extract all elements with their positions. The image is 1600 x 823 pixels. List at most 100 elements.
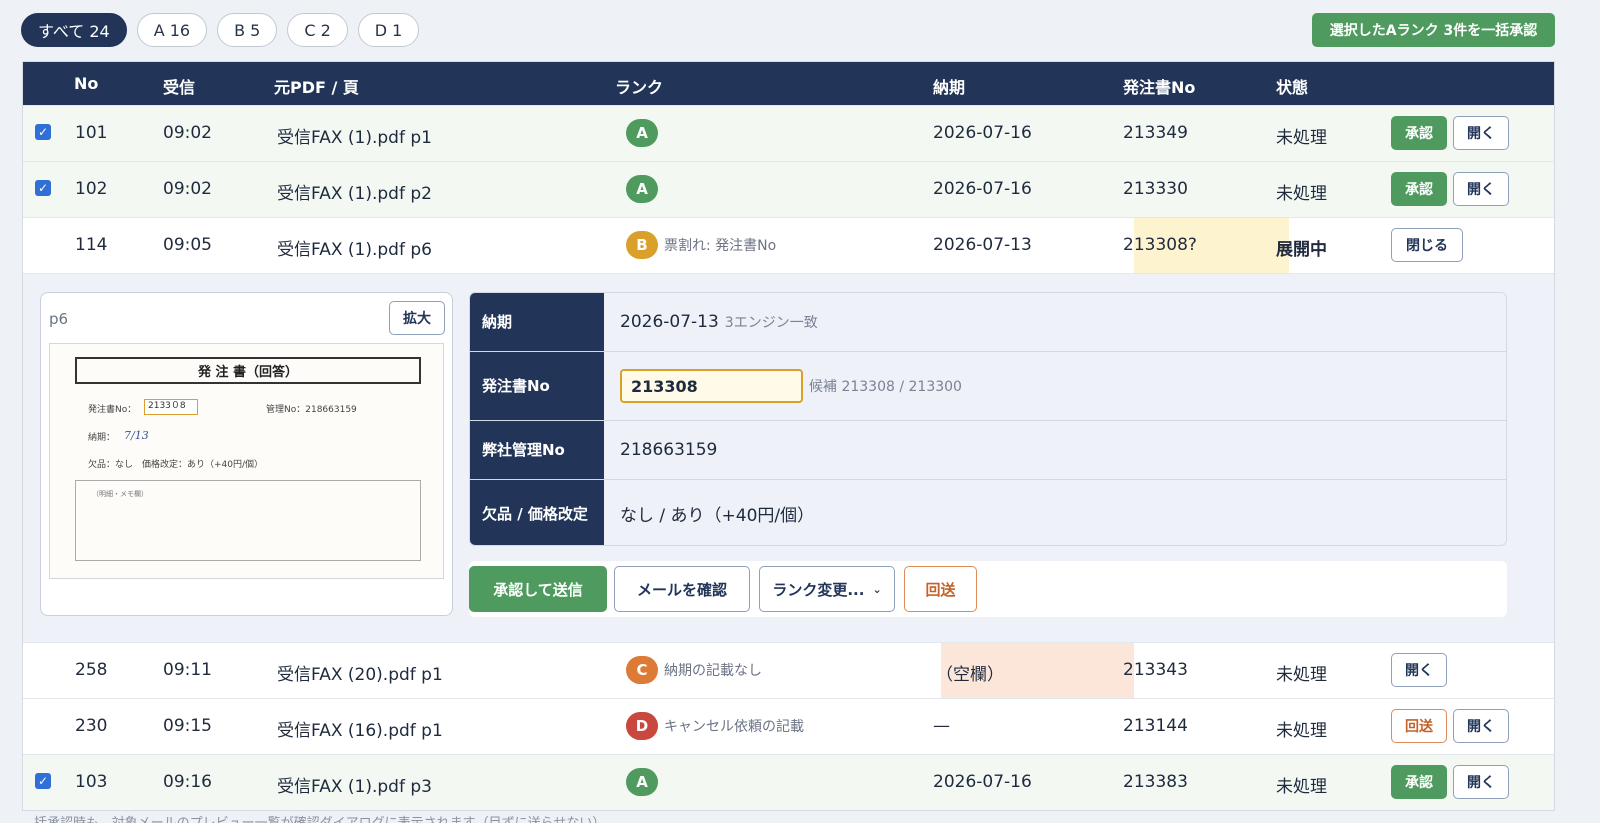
- filter-rank-d[interactable]: D 1: [357, 13, 420, 47]
- doc-memo-label: （明細・メモ欄）: [92, 490, 148, 498]
- row-po: 213330: [1123, 179, 1188, 199]
- row-pdf: 受信FAX (20).pdf p1: [277, 665, 443, 685]
- doc-title: 発 注 書（回答）: [75, 357, 421, 384]
- zoom-button[interactable]: 拡大: [389, 301, 445, 335]
- row-no: 258: [75, 660, 108, 680]
- rank-note: 納期の記載なし: [664, 663, 762, 679]
- open-button[interactable]: 開く: [1453, 172, 1509, 206]
- row-status: 展開中: [1276, 240, 1327, 260]
- approve-send-button[interactable]: 承認して送信: [469, 566, 607, 612]
- row-no: 102: [75, 179, 108, 199]
- header-no: No: [74, 74, 99, 93]
- field-label: 欠品 / 価格改定: [470, 480, 604, 545]
- open-button[interactable]: 開く: [1453, 765, 1509, 799]
- doc-shortage: 欠品：なし 価格改定：あり（+40円/個）: [88, 460, 264, 470]
- row-pdf: 受信FAX (16).pdf p1: [277, 721, 443, 741]
- doc-po-box: 2133０8: [144, 399, 198, 415]
- header-pdf: 元PDF / 頁: [274, 78, 359, 97]
- row-status: 未処理: [1276, 665, 1327, 685]
- open-button[interactable]: 開く: [1453, 709, 1509, 743]
- due-value: 2026-07-13: [620, 312, 719, 332]
- row-po: 213349: [1123, 123, 1188, 143]
- row-pdf: 受信FAX (1).pdf p2: [277, 184, 432, 204]
- row-due: 2026-07-16: [933, 772, 1032, 792]
- row-rank: A: [626, 175, 658, 203]
- doc-memo-box: （明細・メモ欄）: [75, 480, 421, 561]
- approve-button[interactable]: 承認: [1391, 172, 1447, 206]
- field-label: 弊社管理No: [470, 421, 604, 479]
- table-row[interactable]: 230 09:15 受信FAX (16).pdf p1 D キャンセル依頼の記載…: [23, 698, 1554, 754]
- filter-rank-a[interactable]: A 16: [136, 13, 208, 47]
- page-label: p6: [49, 310, 69, 328]
- po-input[interactable]: 213308: [620, 369, 803, 403]
- bulk-approve-button[interactable]: 選択したAランク 3件を一括承認: [1312, 13, 1555, 47]
- row-time: 09:02: [163, 179, 212, 199]
- rank-filter-bar: すべて 24 A 16 B 5 C 2 D 1: [21, 13, 420, 47]
- row-rank: A: [626, 119, 658, 147]
- row-time: 09:16: [163, 772, 212, 792]
- table-row[interactable]: ✓ 101 09:02 受信FAX (1).pdf p1 A 2026-07-1…: [23, 105, 1554, 161]
- row-rank: C 納期の記載なし: [626, 656, 762, 684]
- row-time: 09:15: [163, 716, 212, 736]
- row-time: 09:11: [163, 660, 212, 680]
- row-checkbox[interactable]: ✓: [35, 180, 51, 196]
- header-rank: ランク: [615, 78, 664, 97]
- row-status: 未処理: [1276, 721, 1327, 741]
- approve-button[interactable]: 承認: [1391, 765, 1447, 799]
- rank-badge: B: [626, 231, 658, 259]
- filter-all[interactable]: すべて 24: [21, 13, 127, 47]
- row-rank: D キャンセル依頼の記載: [626, 712, 804, 740]
- table-header: No 受信 元PDF / 頁 ランク 納期 発注書No 状態: [23, 62, 1554, 105]
- doc-mgmt: 管理No：218663159: [266, 405, 357, 415]
- field-po: 発注書No 213308 候補 213308 / 213300: [470, 352, 1506, 421]
- rank-note: キャンセル依頼の記載: [664, 719, 804, 735]
- row-checkbox[interactable]: ✓: [35, 773, 51, 789]
- filter-rank-c[interactable]: C 2: [287, 13, 348, 47]
- row-status: 未処理: [1276, 128, 1327, 148]
- row-time: 09:05: [163, 235, 212, 255]
- row-due: 2026-07-16: [933, 179, 1032, 199]
- po-candidates: 候補 213308 / 213300: [809, 379, 962, 395]
- field-label: 納期: [470, 293, 604, 351]
- table-row[interactable]: ✓ 102 09:02 受信FAX (1).pdf p2 A 2026-07-1…: [23, 161, 1554, 217]
- row-time: 09:02: [163, 123, 212, 143]
- open-button[interactable]: 開く: [1391, 653, 1447, 687]
- open-button[interactable]: 開く: [1453, 116, 1509, 150]
- field-shortage: 欠品 / 価格改定 なし / あり（+40円/個）: [470, 480, 1506, 545]
- doc-po-label: 発注書No：: [88, 405, 137, 415]
- extracted-fields: 納期 2026-07-13 3エンジン一致 発注書No 213308 候補 21…: [469, 292, 1507, 546]
- doc-due-handwritten: 7/13: [124, 429, 149, 442]
- row-pdf: 受信FAX (1).pdf p6: [277, 240, 432, 260]
- rank-badge: A: [626, 119, 658, 147]
- close-button[interactable]: 閉じる: [1391, 228, 1463, 262]
- header-po: 発注書No: [1123, 78, 1196, 97]
- approve-button[interactable]: 承認: [1391, 116, 1447, 150]
- return-button[interactable]: 回送: [904, 566, 977, 612]
- rank-badge: A: [626, 175, 658, 203]
- table-row[interactable]: ✓ 103 09:16 受信FAX (1).pdf p3 A 2026-07-1…: [23, 754, 1554, 810]
- table-row[interactable]: 258 09:11 受信FAX (20).pdf p1 C 納期の記載なし （空…: [23, 642, 1554, 698]
- row-due: —: [933, 716, 950, 736]
- chevron-down-icon: ⌄: [872, 582, 882, 596]
- row-rank: A: [626, 768, 658, 796]
- filter-rank-b[interactable]: B 5: [217, 13, 278, 47]
- row-po: 213308?: [1123, 235, 1197, 255]
- page-preview: p6 拡大 発 注 書（回答） 発注書No： 2133０8 管理No：21866…: [40, 292, 453, 616]
- row-status: 未処理: [1276, 184, 1327, 204]
- row-po: 213343: [1123, 660, 1188, 680]
- return-button[interactable]: 回送: [1391, 709, 1447, 743]
- table-row-expanded[interactable]: 114 09:05 受信FAX (1).pdf p6 B 票割れ: 発注書No …: [23, 217, 1554, 273]
- field-value: 213308 候補 213308 / 213300: [620, 352, 962, 420]
- row-checkbox[interactable]: ✓: [35, 124, 51, 140]
- header-received: 受信: [163, 78, 196, 97]
- row-due: 2026-07-13: [933, 235, 1032, 255]
- field-value: 218663159: [620, 440, 718, 460]
- field-due: 納期 2026-07-13 3エンジン一致: [470, 293, 1506, 352]
- row-no: 101: [75, 123, 108, 143]
- rank-change-select[interactable]: ランク変更... ⌄: [759, 566, 895, 612]
- row-no: 114: [75, 235, 108, 255]
- check-mail-button[interactable]: メールを確認: [614, 566, 750, 612]
- row-po: 213144: [1123, 716, 1188, 736]
- detail-actions: 承認して送信 メールを確認 ランク変更... ⌄ 回送: [469, 561, 1507, 617]
- field-value: 2026-07-13 3エンジン一致: [620, 293, 818, 351]
